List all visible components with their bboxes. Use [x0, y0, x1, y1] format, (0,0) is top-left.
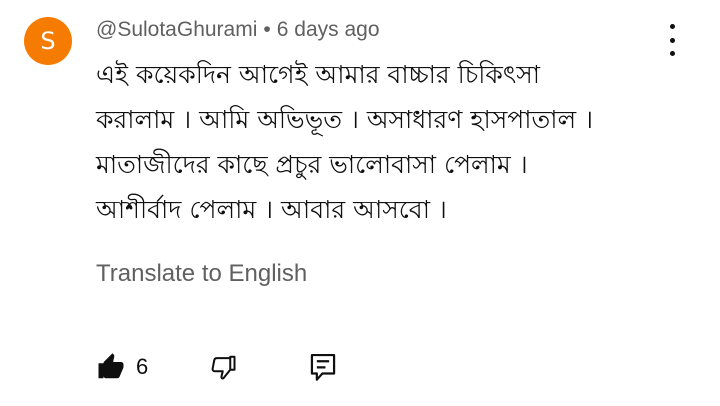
dislike-button[interactable] — [208, 352, 238, 382]
comment-line: আশীর্বাদ পেলাম । আবার আসবো । — [96, 195, 447, 224]
like-count: 6 — [136, 354, 149, 379]
comment-time[interactable]: 6 days ago — [277, 18, 380, 41]
comment-line: মাতাজীদের কাছে প্রচুর ভালোবাসা পেলাম । — [96, 150, 528, 179]
thumb-down-icon — [208, 352, 238, 382]
like-button[interactable]: 6 — [96, 352, 148, 382]
reply-comment-icon — [308, 352, 338, 384]
reply-button[interactable] — [308, 352, 338, 384]
more-vert-icon — [669, 24, 675, 29]
thumb-up-filled-icon — [96, 352, 126, 382]
author-name[interactable]: @SulotaGhurami — [96, 18, 257, 41]
comment-line: করালাম । আমি অভিভূত । অসাধারণ হাসপাতাল । — [96, 105, 594, 134]
avatar[interactable]: S — [24, 17, 72, 65]
avatar-letter: S — [40, 27, 56, 55]
comment-header: @SulotaGhurami • 6 days ago — [96, 18, 380, 42]
more-vert-icon-dot — [669, 37, 675, 43]
translate-button[interactable]: Translate to English — [96, 260, 307, 288]
comment-line: এই কয়েকদিন আগেই আমার বাচ্চার চিকিৎসা — [96, 60, 540, 89]
meta-separator: • — [263, 18, 271, 41]
comment-text: এই কয়েকদিন আগেই আমার বাচ্চার চিকিৎসা কর… — [96, 52, 696, 232]
